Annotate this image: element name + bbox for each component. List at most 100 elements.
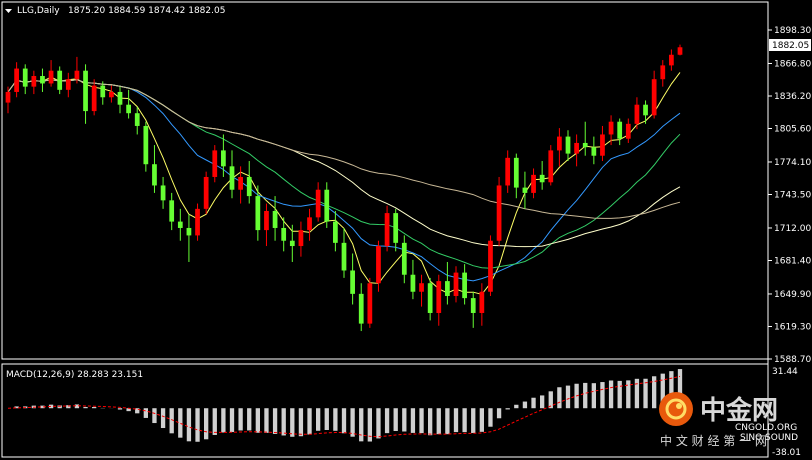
candle-bear xyxy=(522,187,528,193)
candle-bear xyxy=(289,240,295,247)
candle-bull xyxy=(307,217,312,231)
candle-bull xyxy=(574,142,579,154)
candle-bull xyxy=(479,291,485,313)
candle-bear xyxy=(333,221,338,243)
candle-bull xyxy=(634,104,640,124)
candle-bear xyxy=(393,213,399,243)
candle-bear xyxy=(83,70,88,112)
candle-bear xyxy=(591,147,597,156)
price-tick-label: 1743.50 xyxy=(774,191,811,201)
candle-bear xyxy=(221,150,226,167)
candle-bull xyxy=(496,185,502,241)
candle-bear xyxy=(324,189,330,222)
candle-bear xyxy=(401,242,407,275)
candle-bull xyxy=(531,174,536,193)
macd-axis-top: 31.44 xyxy=(772,367,798,377)
candle-bull xyxy=(14,68,19,92)
candle-bear xyxy=(341,242,347,271)
candle-bear xyxy=(470,298,476,313)
candle-bull xyxy=(203,176,209,209)
candle-bear xyxy=(445,281,450,296)
price-tick-label: 1805.60 xyxy=(774,125,811,135)
candle-bull xyxy=(651,79,657,116)
candle-bear xyxy=(100,85,106,98)
candle-bull xyxy=(5,91,11,103)
price-tick-label: 1619.30 xyxy=(774,322,811,332)
candle-bull xyxy=(488,240,493,292)
candle-bull xyxy=(505,157,511,186)
candle-bear xyxy=(281,227,287,241)
candle-bull xyxy=(212,150,218,177)
candle-bear xyxy=(143,125,149,165)
candle-bear xyxy=(255,196,261,231)
candle-bull xyxy=(298,230,304,247)
candle-bear xyxy=(350,270,355,294)
candle-bear xyxy=(462,272,467,299)
cngold-watermark: 中金网 CNGOLD.ORG SINO SOUND 中 文 财 经 第 一 网 xyxy=(659,392,798,448)
candle-bull xyxy=(453,272,459,296)
current-price-label: 1882.05 xyxy=(772,41,809,51)
candle-bull xyxy=(677,47,683,55)
candle-bear xyxy=(40,76,45,84)
candle-bull xyxy=(65,79,71,90)
candle-bull xyxy=(669,54,674,66)
candle-bear xyxy=(272,210,278,228)
price-tick-label: 1836.20 xyxy=(774,92,811,102)
candle-bear xyxy=(169,200,175,222)
candle-bull xyxy=(74,70,80,80)
price-tick-label: 1866.80 xyxy=(774,59,811,69)
price-axis: 1898.30 1866.80 1836.20 1805.60 1774.10 1743.… xyxy=(768,26,811,365)
candle-bull xyxy=(367,283,373,324)
price-tick-label: 1649.90 xyxy=(774,290,811,300)
candle-bull xyxy=(600,134,605,156)
candle-bear xyxy=(358,293,364,324)
price-pane[interactable] xyxy=(1,1,769,360)
price-tick-label: 1681.40 xyxy=(774,256,811,266)
watermark-brand: 中金网 xyxy=(700,395,778,426)
candle-bull xyxy=(48,70,54,84)
candle-bear xyxy=(643,104,648,116)
price-tick-label: 1588.70 xyxy=(774,355,811,365)
candle-bear xyxy=(229,166,235,190)
candle-bear xyxy=(565,136,571,154)
price-tick-label: 1774.10 xyxy=(774,158,811,168)
candle-bear xyxy=(246,176,252,197)
chart-symbol: LLG,Daily xyxy=(17,6,60,16)
candle-bear xyxy=(22,68,28,87)
candle-bull xyxy=(238,176,243,190)
candle-bear xyxy=(539,174,545,183)
candle-bull xyxy=(384,213,390,247)
candle-bear xyxy=(160,185,166,201)
candle-bear xyxy=(410,274,416,292)
candle-bull xyxy=(31,76,37,87)
candle-bear xyxy=(126,104,131,114)
macd-label: MACD(12,26,9) 28.283 23.151 xyxy=(6,370,143,380)
trading-chart[interactable]: LLG,Daily 1875.20 1884.59 1874.42 1882.0… xyxy=(0,0,812,460)
candle-bull xyxy=(660,65,666,80)
price-tick-label: 1712.00 xyxy=(774,224,811,234)
candle-bull xyxy=(548,150,554,183)
candle-bear xyxy=(186,227,192,236)
watermark-site: CNGOLD.ORG xyxy=(735,423,797,433)
cngold-logo-icon xyxy=(659,392,693,426)
candle-bear xyxy=(117,91,123,105)
candle-bear xyxy=(617,121,623,139)
candle-bull xyxy=(608,121,614,135)
watermark-tagline: 中 文 财 经 第 一 网 xyxy=(660,433,767,448)
candle-bear xyxy=(513,157,519,188)
candle-bull xyxy=(376,246,381,284)
candle-bull xyxy=(195,208,200,236)
candle-bear xyxy=(134,113,140,126)
candle-bear xyxy=(152,164,157,186)
candle-bull xyxy=(264,210,269,231)
candle-bull xyxy=(91,85,97,112)
candle-bear xyxy=(57,70,63,90)
candle-bull xyxy=(419,283,424,292)
candle-bull xyxy=(109,91,114,98)
candle-bull xyxy=(315,189,321,218)
price-tick-label: 1898.30 xyxy=(774,26,811,36)
candle-bull xyxy=(557,136,562,151)
macd-axis-bottom: -38.01 xyxy=(772,448,801,458)
candle-bull xyxy=(436,281,442,313)
candle-bull xyxy=(625,123,631,139)
